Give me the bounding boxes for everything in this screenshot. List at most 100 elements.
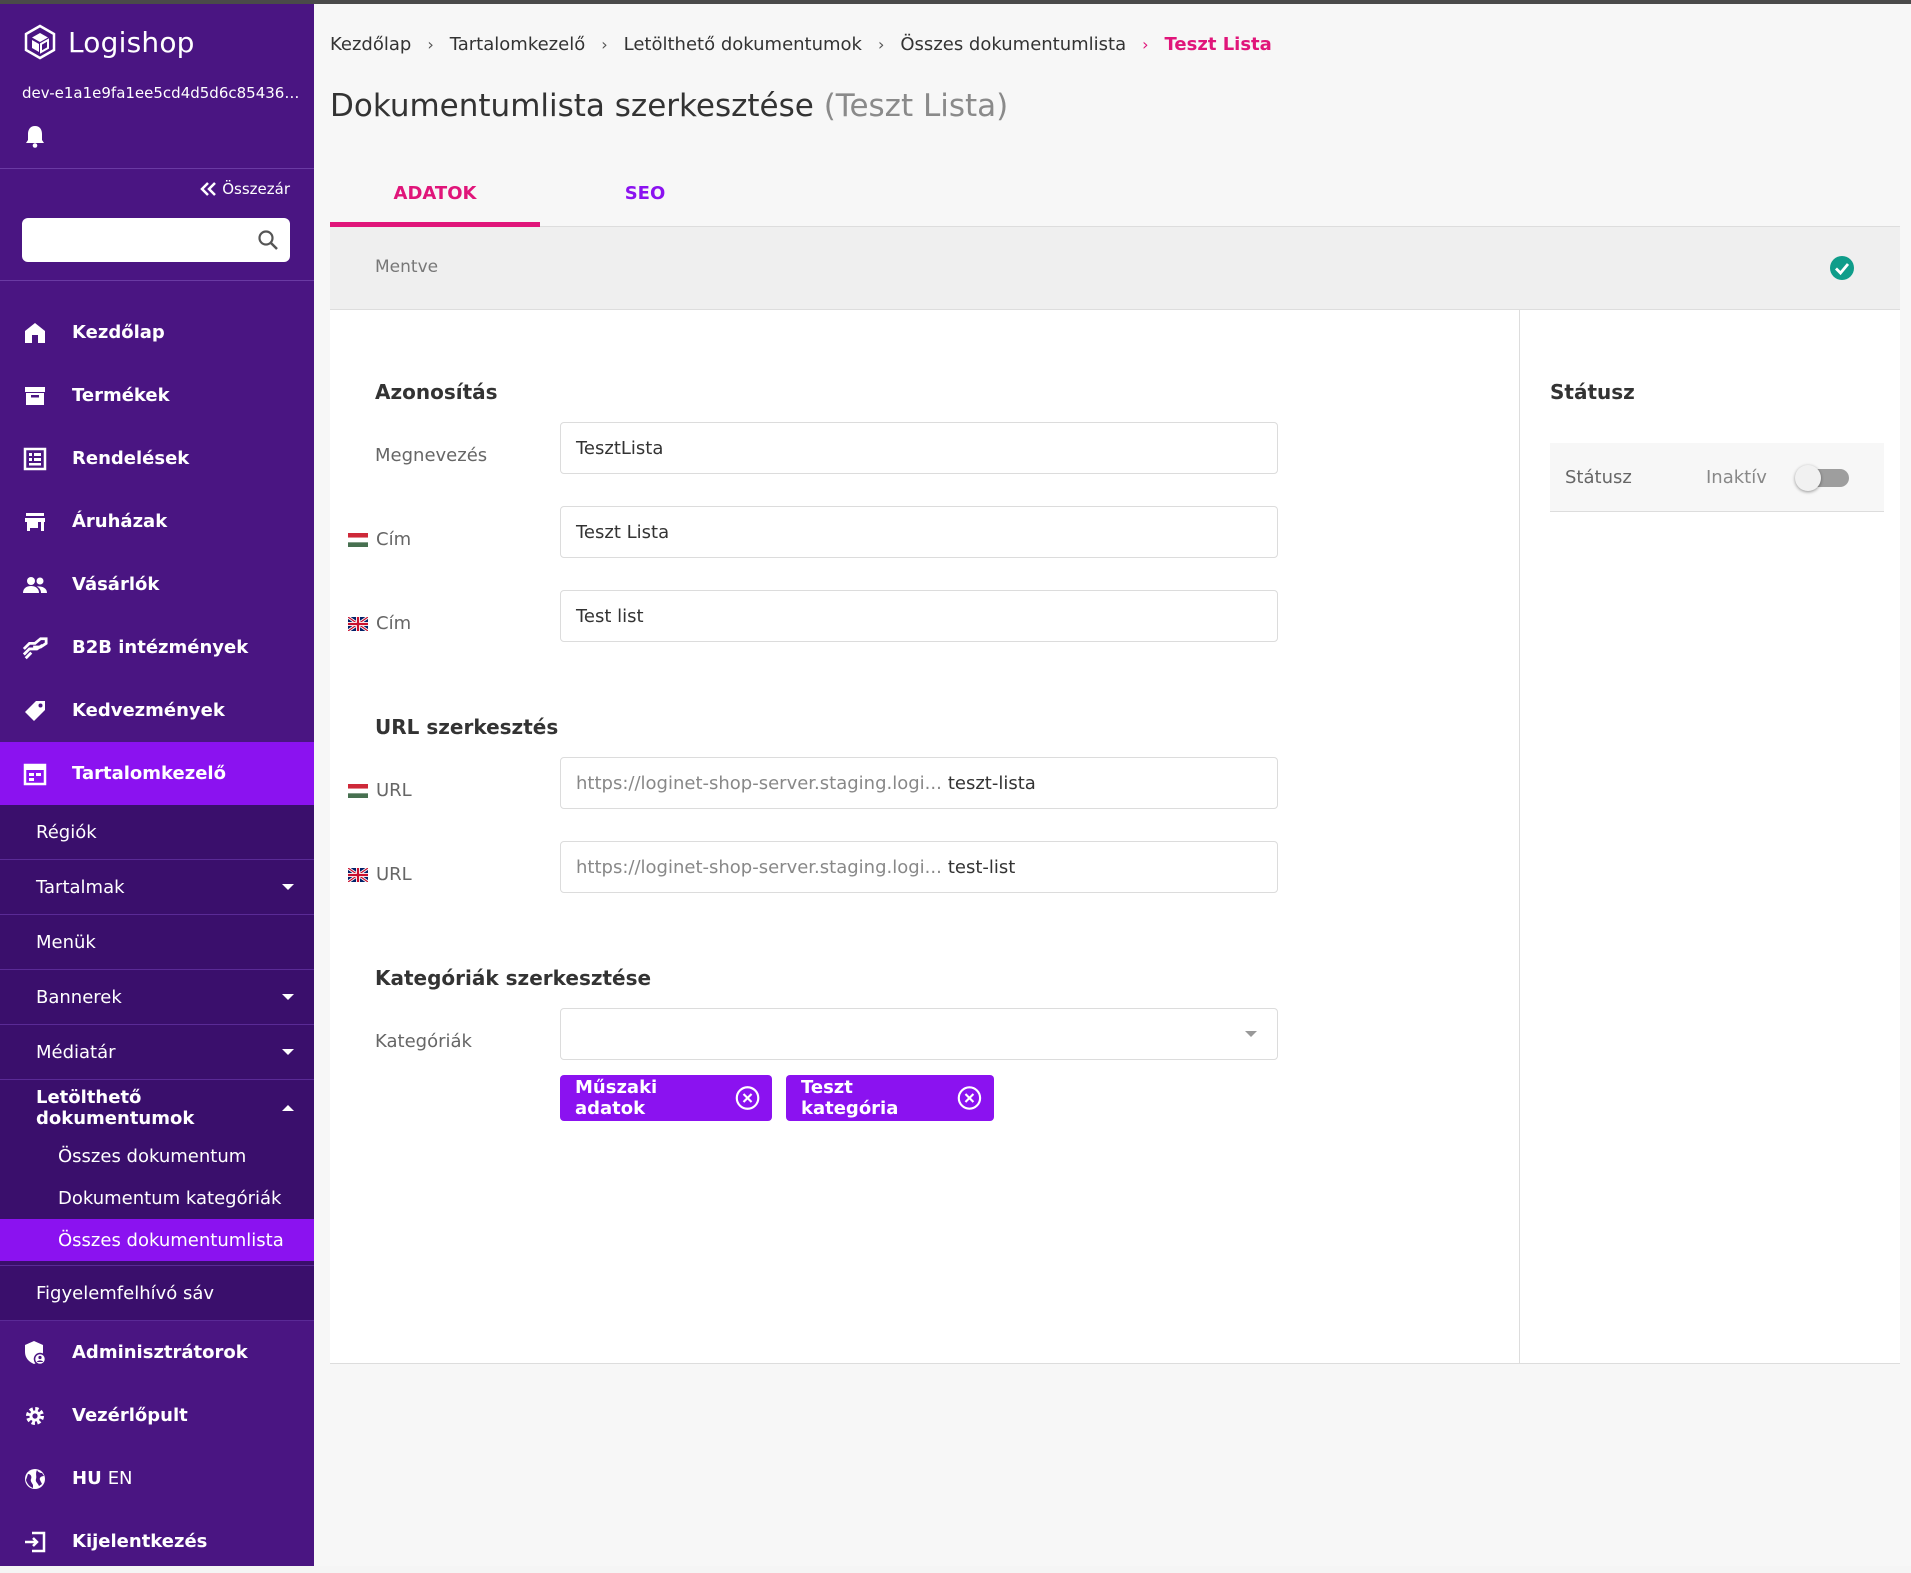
label-text: Cím — [376, 529, 412, 550]
collapse-sidebar-button[interactable]: Összezár — [200, 180, 290, 198]
category-chip: Teszt kategória — [786, 1075, 994, 1121]
sidebar-item-vezerlopult[interactable]: Vezérlőpult — [0, 1384, 314, 1447]
breadcrumb-current: Teszt Lista — [1164, 34, 1272, 55]
sidebar-item-label: Kijelentkezés — [72, 1531, 208, 1552]
section-title-azonositas: Azonosítás — [375, 380, 498, 404]
tab-adatok[interactable]: ADATOK — [330, 164, 540, 227]
receipt-list-icon — [22, 446, 48, 472]
breadcrumb: Kezdőlap › Tartalomkezelő › Letölthető d… — [330, 34, 1272, 55]
breadcrumb-letoltheto-dokumentumok[interactable]: Letölthető dokumentumok — [624, 34, 862, 55]
content-submenu: Régiók Tartalmak Menük Bannerek Médiatár… — [0, 805, 314, 1321]
sidebar-item-aruhazak[interactable]: Áruházak — [0, 490, 314, 553]
chip-label: Műszaki adatok — [575, 1077, 658, 1119]
categories-select[interactable] — [560, 1008, 1278, 1060]
url-hu-slug: teszt-lista — [947, 772, 1036, 794]
sidebar-item-termekek[interactable]: Termékek — [0, 364, 314, 427]
sidebar-item-kedvezmenyek[interactable]: Kedvezmények — [0, 679, 314, 742]
sidebar-item-kijelentkezes[interactable]: Kijelentkezés — [0, 1510, 314, 1573]
sidebar-item-label: Vásárlók — [72, 574, 160, 595]
remove-chip-icon[interactable] — [735, 1084, 760, 1112]
label-url-hu: URL — [348, 780, 412, 801]
submenu-item-label: Letölthető dokumentumok — [36, 1086, 195, 1129]
breadcrumb-kezdolap[interactable]: Kezdőlap — [330, 34, 411, 55]
bell-icon[interactable] — [24, 124, 46, 148]
check-circle-icon — [1830, 256, 1854, 280]
sidebar-item-tartalomkezelo[interactable]: Tartalomkezelő — [0, 742, 314, 805]
main-content: Kezdőlap › Tartalomkezelő › Letölthető d… — [314, 4, 1911, 1566]
breadcrumb-osszes-dokumentumlista[interactable]: Összes dokumentumlista — [900, 34, 1126, 55]
language-alt[interactable]: EN — [108, 1468, 133, 1489]
content-calendar-icon — [22, 761, 48, 787]
category-chip: Műszaki adatok — [560, 1075, 772, 1121]
label-cim-hu: Cím — [348, 529, 411, 550]
status-panel: Státusz Státusz Inaktív — [1520, 310, 1900, 1364]
submenu-item-label: Menük — [36, 931, 96, 953]
sidebar-item-label: Tartalomkezelő — [72, 763, 226, 784]
submenu-item-regiok[interactable]: Régiók — [0, 805, 314, 860]
chevron-right-icon: › — [877, 35, 885, 54]
name-field[interactable]: TesztLista — [560, 422, 1278, 474]
title-en-field[interactable]: Test list — [560, 590, 1278, 642]
submenu-item-figyelemfelhivo-sav[interactable]: Figyelemfelhívó sáv — [0, 1266, 314, 1321]
submenu-item-letoltheto-dokumentumok[interactable]: Letölthető dokumentumok — [0, 1080, 314, 1135]
sidebar-nav: Kezdőlap Termékek Rendelések Áruházak Vá… — [0, 301, 314, 1573]
sidebar-item-label: Vezérlőpult — [72, 1405, 188, 1426]
breadcrumb-tartalomkezelo[interactable]: Tartalomkezelő — [450, 34, 585, 55]
search-input[interactable] — [34, 218, 258, 260]
name-field-value: TesztLista — [576, 437, 664, 459]
submenu-item-tartalmak[interactable]: Tartalmak — [0, 860, 314, 915]
submenu-item-dokumentum-kategoriak[interactable]: Dokumentum kategóriák — [0, 1177, 314, 1219]
caret-up-icon — [282, 1104, 294, 1111]
sidebar-item-label: Kezdőlap — [72, 322, 165, 343]
submenu-item-osszes-dokumentum[interactable]: Összes dokumentum — [0, 1135, 314, 1177]
instance-id: dev-e1a1e9fa1ee5cd4d5d6c85436aa... — [22, 84, 302, 102]
sidebar-item-adminisztratorok[interactable]: Adminisztrátorok — [0, 1321, 314, 1384]
sidebar-divider — [0, 168, 314, 169]
dropdown-arrow-icon — [1245, 1031, 1257, 1037]
tab-seo[interactable]: SEO — [540, 164, 750, 222]
toggle-knob — [1795, 465, 1821, 491]
uk-flag-icon — [348, 616, 368, 631]
remove-chip-icon[interactable] — [957, 1084, 982, 1112]
caret-down-icon — [282, 994, 294, 1000]
tab-bar: ADATOK SEO — [330, 164, 1900, 227]
form-panel: Azonosítás Megnevezés TesztLista Cím Tes… — [330, 310, 1520, 1364]
title-hu-field[interactable]: Teszt Lista — [560, 506, 1278, 558]
archive-box-icon — [22, 383, 48, 409]
sidebar-item-rendelesek[interactable]: Rendelések — [0, 427, 314, 490]
search-icon[interactable] — [256, 228, 280, 252]
submenu-item-label: Régiók — [36, 821, 97, 843]
sidebar-item-label: Kedvezmények — [72, 700, 225, 721]
admin-shield-icon — [22, 1340, 48, 1366]
url-hu-field[interactable]: https://loginet-shop-server.staging.logi… — [560, 757, 1278, 809]
label-url-en: URL — [348, 864, 412, 885]
label-text: URL — [376, 780, 412, 801]
submenu-item-osszes-dokumentumlista[interactable]: Összes dokumentumlista — [0, 1219, 314, 1261]
language-current[interactable]: HU — [72, 1468, 102, 1489]
store-icon — [22, 509, 48, 535]
sidebar-item-kezdolap[interactable]: Kezdőlap — [0, 301, 314, 364]
status-toggle[interactable] — [1795, 465, 1851, 491]
section-title-url: URL szerkesztés — [375, 715, 559, 739]
submenu-item-menuk[interactable]: Menük — [0, 915, 314, 970]
chevron-right-icon: › — [427, 35, 434, 54]
submenu-item-label: Tartalmak — [36, 876, 125, 898]
submenu-item-label: Bannerek — [36, 986, 122, 1008]
brand[interactable]: Logishop — [22, 24, 195, 60]
label-text: Cím — [376, 613, 412, 634]
section-title-kategoriak: Kategóriák szerkesztése — [375, 966, 652, 990]
chevron-right-icon: › — [601, 35, 608, 54]
sidebar-item-label: Rendelések — [72, 448, 190, 469]
submenu-item-mediatar[interactable]: Médiatár — [0, 1025, 314, 1080]
submenu-item-label: Figyelemfelhívó sáv — [36, 1282, 215, 1304]
sidebar-item-vasarlok[interactable]: Vásárlók — [0, 553, 314, 616]
sidebar-search — [22, 218, 290, 262]
sidebar-item-language[interactable]: HU EN — [0, 1447, 314, 1510]
collapse-label: Összezár — [222, 180, 290, 198]
url-en-field[interactable]: https://loginet-shop-server.staging.logi… — [560, 841, 1278, 893]
sidebar-item-b2b[interactable]: B2B intézmények — [0, 616, 314, 679]
submenu-item-label: Médiatár — [36, 1041, 116, 1063]
submenu-item-bannerek[interactable]: Bannerek — [0, 970, 314, 1025]
double-chevron-left-icon — [200, 182, 217, 196]
logishop-logo-icon — [24, 24, 56, 60]
